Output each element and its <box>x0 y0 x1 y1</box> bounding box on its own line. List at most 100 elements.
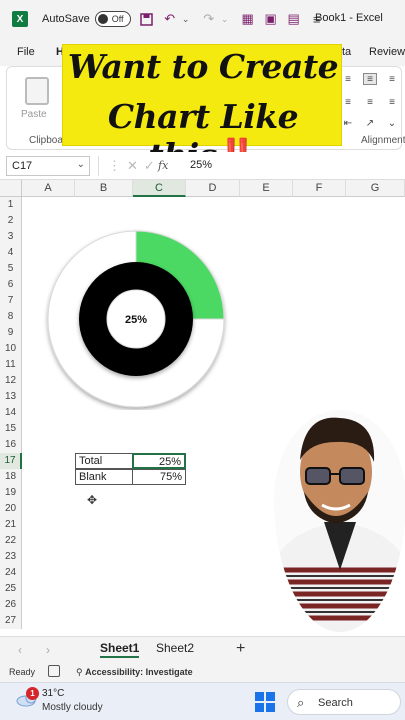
excel-logo-icon: X <box>12 11 28 27</box>
macro-record-icon[interactable] <box>48 665 60 677</box>
row-header-23[interactable]: 23 <box>0 549 22 565</box>
row-header-10[interactable]: 10 <box>0 341 22 357</box>
column-header-e[interactable]: E <box>240 180 293 197</box>
win-tile <box>266 692 275 701</box>
toggle-knob <box>97 14 108 24</box>
paste-icon[interactable] <box>25 77 49 105</box>
align-bottom-icon[interactable]: ≡ <box>385 73 399 85</box>
chevron-down-icon[interactable]: ⌄ <box>77 159 85 170</box>
row-header-27[interactable]: 27 <box>0 613 22 629</box>
divider <box>98 156 99 176</box>
row-header-18[interactable]: 18 <box>0 469 22 485</box>
sheet-tab-2[interactable]: Sheet2 <box>156 641 194 655</box>
column-header-c[interactable]: C <box>133 180 186 197</box>
chevron-right-icon[interactable]: › <box>46 643 50 657</box>
row-header-24[interactable]: 24 <box>0 565 22 581</box>
align-center-icon[interactable]: ≡ <box>363 96 377 108</box>
title-bar: X AutoSave Off ↶ ⌄ ↷ ⌄ ▦ ▣ ▤ ≡ Book1 - E… <box>0 0 405 38</box>
cell-cursor-icon: ✥ <box>87 493 98 507</box>
row-header-16[interactable]: 16 <box>0 437 22 453</box>
tab-review[interactable]: Review <box>369 46 405 58</box>
align-top-icon[interactable]: ≡ <box>341 73 355 85</box>
clear-icon[interactable]: ▤ <box>287 11 301 26</box>
banner-line-1: Want to Create <box>67 47 339 86</box>
undo-icon[interactable]: ↶ <box>163 11 177 26</box>
row-header-11[interactable]: 11 <box>0 357 22 373</box>
row-header-6[interactable]: 6 <box>0 277 22 293</box>
row-header-2[interactable]: 2 <box>0 213 22 229</box>
weather-temp[interactable]: 31°C <box>42 688 64 699</box>
autosave-toggle[interactable]: Off <box>94 11 131 27</box>
row-header-22[interactable]: 22 <box>0 533 22 549</box>
sheet-tab-1[interactable]: Sheet1 <box>100 641 140 658</box>
select-all-corner[interactable] <box>0 180 22 197</box>
save-icon[interactable] <box>140 12 154 26</box>
row-header-25[interactable]: 25 <box>0 581 22 597</box>
column-header-g[interactable]: G <box>346 180 405 197</box>
row-header-8[interactable]: 8 <box>0 309 22 325</box>
column-header-b[interactable]: B <box>75 180 133 197</box>
row-header-26[interactable]: 26 <box>0 597 22 613</box>
windows-start-icon[interactable] <box>255 692 275 712</box>
status-ready: Ready <box>9 667 36 677</box>
table-value-profit[interactable]: 25% <box>132 453 186 469</box>
win-tile <box>255 692 264 701</box>
macro-icon[interactable]: ▣ <box>264 11 278 26</box>
search-label: Search <box>318 697 353 709</box>
win-tile <box>266 703 275 712</box>
accessibility-status[interactable]: ⚲ Accessibility: Investigate <box>76 667 193 678</box>
row-header-5[interactable]: 5 <box>0 261 22 277</box>
redo-icon[interactable]: ↷ <box>202 11 216 26</box>
form-icon[interactable]: ▦ <box>241 11 255 26</box>
table-value-blank[interactable]: 75% <box>132 469 186 485</box>
chevron-down-icon[interactable]: ⌄ <box>179 12 193 26</box>
chevron-down-icon[interactable]: ⌄ <box>218 12 232 26</box>
win-tile <box>255 703 264 712</box>
autosave-label: AutoSave <box>42 13 90 25</box>
add-sheet-button[interactable]: + <box>236 640 245 658</box>
tab-file[interactable]: File <box>17 46 35 58</box>
row-header-4[interactable]: 4 <box>0 245 22 261</box>
chevron-down-icon[interactable]: ⌄ <box>385 117 399 129</box>
weather-desc[interactable]: Mostly cloudy <box>42 702 103 713</box>
row-header-3[interactable]: 3 <box>0 229 22 245</box>
column-header-d[interactable]: D <box>186 180 240 197</box>
accessibility-text: Accessibility: Investigate <box>85 667 193 677</box>
align-right-icon[interactable]: ≡ <box>385 96 399 108</box>
row-header-17[interactable]: 17 <box>0 453 22 469</box>
row-header-19[interactable]: 19 <box>0 485 22 501</box>
accessibility-icon: ⚲ <box>76 667 86 677</box>
formula-actions-icon[interactable]: ⋮✕✓ <box>108 158 161 174</box>
fx-icon[interactable]: fx <box>158 159 168 172</box>
chevron-left-icon[interactable]: ‹ <box>18 643 22 657</box>
formula-input[interactable]: 25% <box>190 159 212 171</box>
row-header-21[interactable]: 21 <box>0 517 22 533</box>
row-header-1[interactable]: 1 <box>0 197 22 213</box>
column-header-a[interactable]: A <box>22 180 75 197</box>
row-header-20[interactable]: 20 <box>0 501 22 517</box>
indent-icon[interactable]: ⇤ <box>341 117 355 129</box>
column-header-f[interactable]: F <box>293 180 346 197</box>
orientation-icon[interactable]: ↗ <box>363 117 377 129</box>
presenter-video <box>274 410 405 632</box>
row-header-13[interactable]: 13 <box>0 389 22 405</box>
document-title: Book1 - Excel <box>315 12 383 24</box>
table-label-blank[interactable]: Blank <box>75 469 133 485</box>
align-middle-icon[interactable]: ≡ <box>363 73 377 85</box>
donut-chart[interactable]: 25% <box>42 222 230 410</box>
paste-label: Paste <box>21 109 47 120</box>
alignment-group-label: Alignment <box>361 135 405 146</box>
taskbar: 1 31°C Mostly cloudy ⌕ Search <box>0 682 405 720</box>
row-header-12[interactable]: 12 <box>0 373 22 389</box>
taskbar-search[interactable]: ⌕ Search <box>287 689 401 715</box>
row-header-15[interactable]: 15 <box>0 421 22 437</box>
row-header-9[interactable]: 9 <box>0 325 22 341</box>
table-label-profit[interactable]: Total Profit <box>75 453 133 481</box>
alignment-group: ≡ ≡ ≡ ≡ ≡ ≡ ⇤ ↗ ⌄ <box>341 71 403 131</box>
align-left-icon[interactable]: ≡ <box>341 96 355 108</box>
row-header-7[interactable]: 7 <box>0 293 22 309</box>
notification-badge: 1 <box>26 687 39 700</box>
row-header-14[interactable]: 14 <box>0 405 22 421</box>
tab-data[interactable]: ta <box>342 46 351 58</box>
name-box[interactable]: C17 ⌄ <box>6 156 90 176</box>
